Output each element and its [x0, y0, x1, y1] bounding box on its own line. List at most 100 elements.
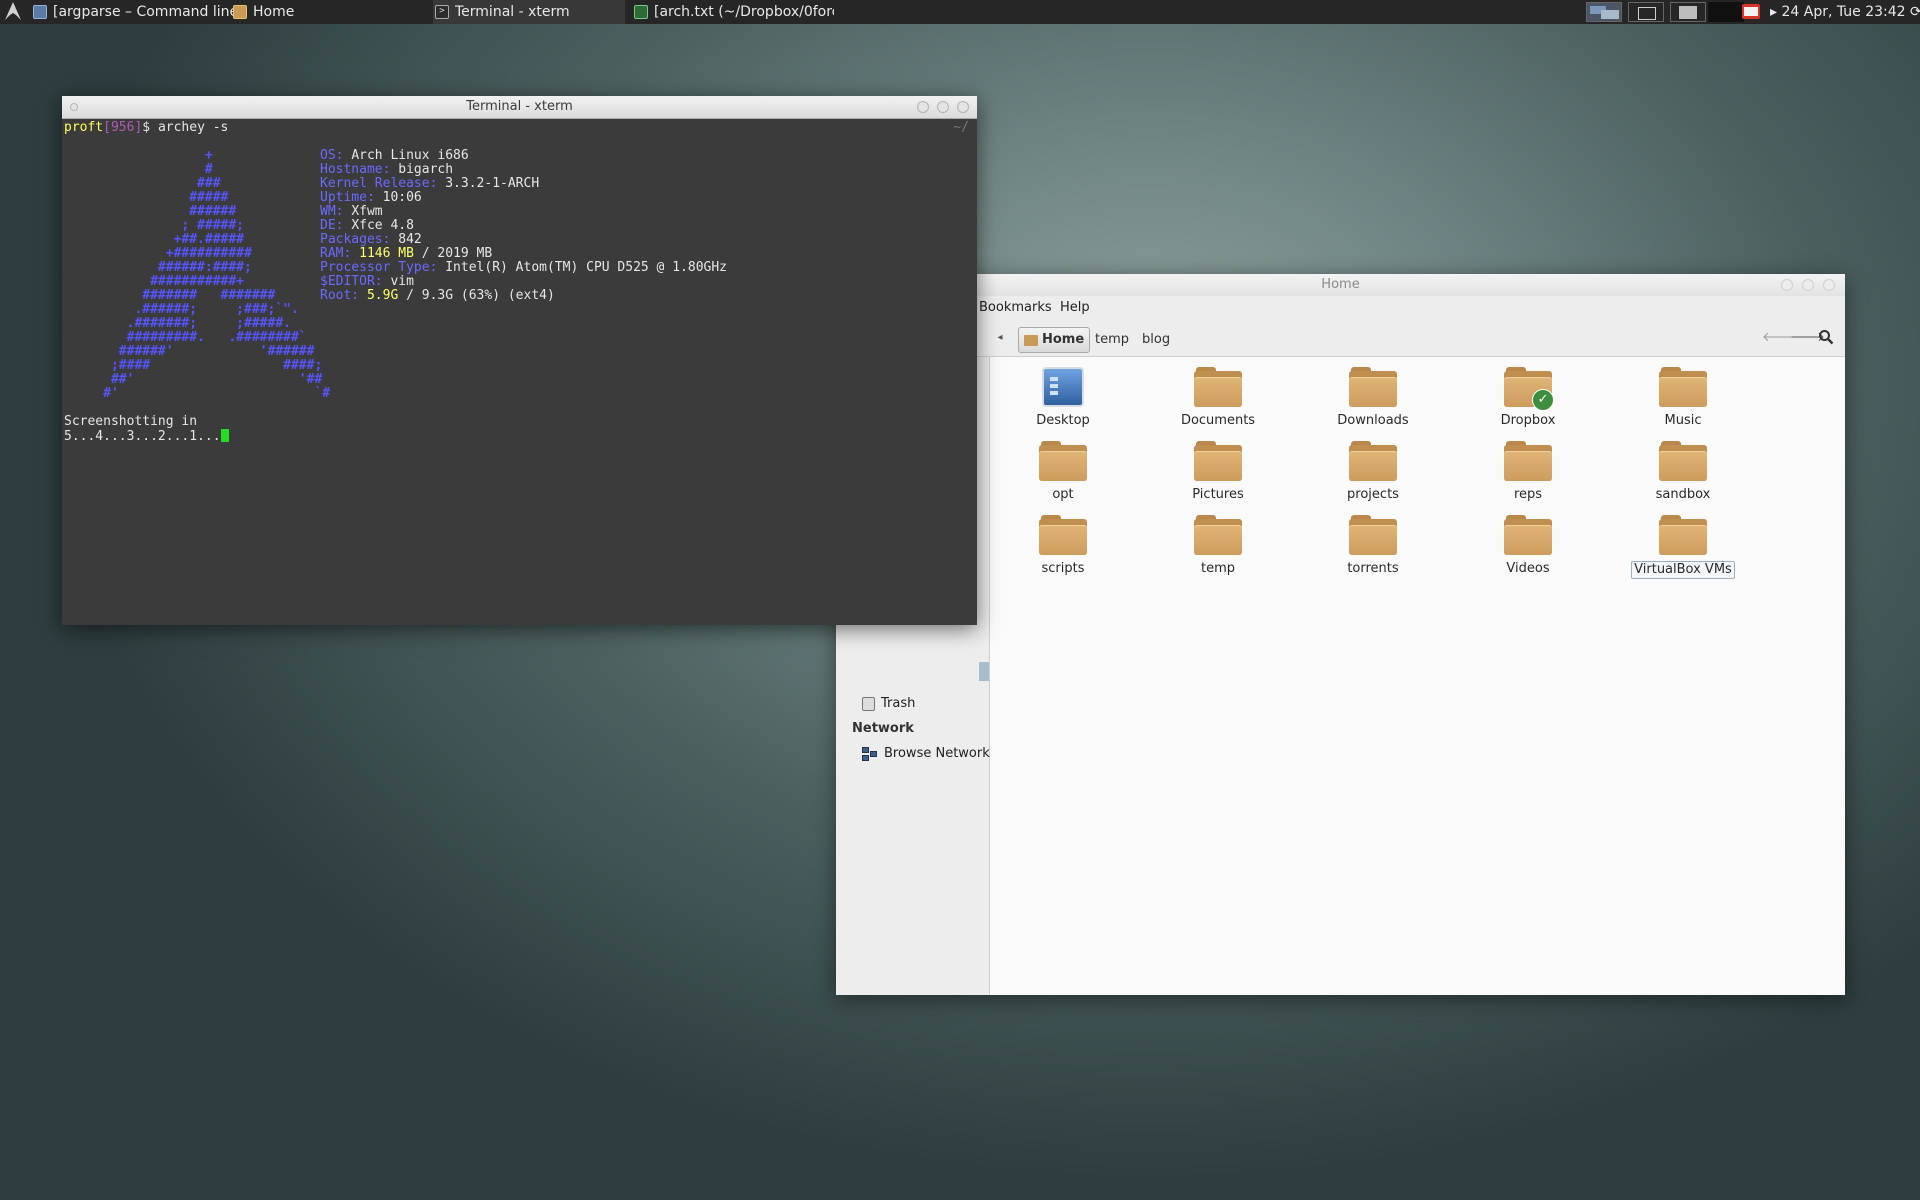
back-arrow-icon[interactable]: 🡐	[1762, 329, 1797, 347]
folder-icon	[1349, 515, 1397, 555]
forward-arrow-icon[interactable]: 🡒	[1790, 329, 1825, 347]
path-scroll-left-icon[interactable]: ◂	[991, 329, 1009, 347]
fm-titlebar[interactable]: Home	[836, 274, 1845, 296]
folder-icon	[1194, 441, 1242, 481]
folder-icon	[1194, 515, 1242, 555]
folder-icon	[1504, 441, 1552, 481]
item-virtualbox-vms[interactable]: VirtualBox VMs	[1628, 515, 1738, 579]
task-terminal[interactable]: > Terminal - xterm	[433, 0, 625, 24]
fm-toolbar: ◂ Home temp blog 🡐 🡒	[836, 320, 1845, 357]
fm-window-title: Home	[1321, 277, 1360, 292]
task-label: Home	[253, 4, 295, 20]
item-music[interactable]: Music	[1628, 367, 1738, 429]
workspace-1[interactable]	[1586, 2, 1622, 22]
terminal-content[interactable]: proft[956]$ archey -s ~/ + # ### ##### #…	[64, 119, 975, 623]
arch-logo-icon	[5, 2, 21, 20]
top-panel: [argparse – Command line... Home > Termi…	[0, 0, 1920, 24]
item-label: reps	[1513, 487, 1543, 502]
arch-menu-button[interactable]	[3, 0, 25, 24]
item-label: Dropbox	[1500, 413, 1556, 428]
item-label: Documents	[1180, 413, 1256, 428]
folder-icon	[1504, 515, 1552, 555]
folder-icon	[1659, 367, 1707, 407]
terminal-window-title: Terminal - xterm	[466, 99, 573, 114]
item-label: Downloads	[1337, 413, 1409, 428]
item-projects[interactable]: projects	[1318, 441, 1428, 503]
task-label: [arch.txt (~/Dropbox/0forc...	[654, 4, 834, 20]
item-videos[interactable]: Videos	[1473, 515, 1583, 577]
item-opt[interactable]: opt	[1008, 441, 1118, 503]
item-reps[interactable]: reps	[1473, 441, 1583, 503]
workspace-3[interactable]	[1670, 2, 1706, 22]
item-desktop[interactable]: Desktop	[1008, 367, 1118, 429]
folder-home-icon	[233, 5, 247, 19]
item-documents[interactable]: Documents	[1163, 367, 1273, 429]
item-label: Music	[1664, 413, 1702, 428]
item-dropbox[interactable]: ✓ Dropbox	[1473, 367, 1583, 429]
maximize-button[interactable]	[1802, 279, 1814, 291]
breadcrumb-blog[interactable]: blog	[1137, 328, 1175, 352]
item-label: temp	[1200, 561, 1235, 576]
item-downloads[interactable]: Downloads	[1318, 367, 1428, 429]
countdown-line-2: 5...4...3...2...1...	[64, 429, 229, 444]
item-scripts[interactable]: scripts	[1008, 515, 1118, 577]
sidebar-selection	[979, 662, 989, 681]
text-cursor	[220, 429, 229, 442]
mail-icon[interactable]	[1742, 0, 1762, 24]
sidebar-item-trash[interactable]: Trash	[862, 694, 915, 714]
item-pictures[interactable]: Pictures	[1163, 441, 1273, 503]
item-torrents[interactable]: torrents	[1318, 515, 1428, 577]
network-icon	[862, 746, 878, 762]
item-label: VirtualBox VMs	[1631, 561, 1735, 579]
terminal-titlebar[interactable]: Terminal - xterm	[62, 96, 977, 119]
folder-icon	[1659, 441, 1707, 481]
folder-icon	[1039, 441, 1087, 481]
folder-icon	[1659, 515, 1707, 555]
workspace-2[interactable]	[1628, 2, 1664, 22]
folder-icon	[1194, 367, 1242, 407]
item-label: Pictures	[1192, 487, 1244, 502]
vim-icon	[634, 5, 648, 19]
item-label: sandbox	[1655, 487, 1711, 502]
item-label: opt	[1052, 487, 1074, 502]
task-gvim[interactable]: [arch.txt (~/Dropbox/0forc...	[634, 0, 834, 24]
menu-help[interactable]: Help	[1060, 296, 1090, 320]
item-label: torrents	[1347, 561, 1399, 576]
item-temp[interactable]: temp	[1163, 515, 1273, 577]
countdown-line-1: Screenshotting in	[64, 414, 198, 429]
folder-icon: ✓	[1504, 367, 1554, 411]
task-argparse[interactable]: [argparse – Command line...	[33, 0, 233, 24]
clock-arrow-icon: ▸	[1770, 4, 1778, 20]
command-text: archey -s	[157, 120, 229, 135]
fm-menubar: Bookmarks Help	[836, 296, 1845, 320]
task-home[interactable]: Home	[233, 0, 423, 24]
desktop-icon	[1042, 367, 1084, 407]
close-button[interactable]	[957, 101, 969, 113]
task-label: Terminal - xterm	[455, 4, 570, 20]
breadcrumb-home[interactable]: Home	[1018, 327, 1091, 353]
window-menu-button[interactable]	[70, 103, 78, 111]
sidebar-item-browse-network[interactable]: Browse Network	[862, 744, 990, 764]
arch-ascii-art: + # ### ##### ###### ; #####; +##.##### …	[64, 148, 331, 401]
breadcrumb-temp[interactable]: temp	[1090, 328, 1134, 352]
sidebar-header-network: Network	[852, 721, 914, 736]
menu-bookmarks[interactable]: Bookmarks	[979, 296, 1052, 320]
minimize-button[interactable]	[917, 101, 929, 113]
search-icon[interactable]	[1817, 329, 1835, 347]
close-button[interactable]	[1823, 279, 1835, 291]
trash-icon	[862, 697, 875, 711]
refresh-icon[interactable]: ⟳	[1910, 4, 1920, 20]
file-manager-window: Home Bookmarks Help ◂ Home temp blog 🡐 🡒…	[836, 274, 1845, 995]
clock[interactable]: ▸ 24 Apr, Tue 23:42 ⟳	[1770, 0, 1920, 24]
clock-text: 24 Apr, Tue 23:42	[1781, 4, 1906, 20]
system-info: OS: Arch Linux i686 Hostname: bigarch Ke…	[320, 148, 727, 303]
fm-icon-view: Desktop Documents Downloads ✓ Dropbox Mu…	[989, 357, 1845, 995]
item-label: projects	[1347, 487, 1399, 502]
minimize-button[interactable]	[1781, 279, 1793, 291]
item-sandbox[interactable]: sandbox	[1628, 441, 1738, 503]
workspace-4[interactable]	[1708, 2, 1744, 22]
folder-icon	[1349, 367, 1397, 407]
terminal-icon: >	[435, 5, 449, 19]
item-label: Desktop	[1036, 413, 1090, 428]
maximize-button[interactable]	[937, 101, 949, 113]
